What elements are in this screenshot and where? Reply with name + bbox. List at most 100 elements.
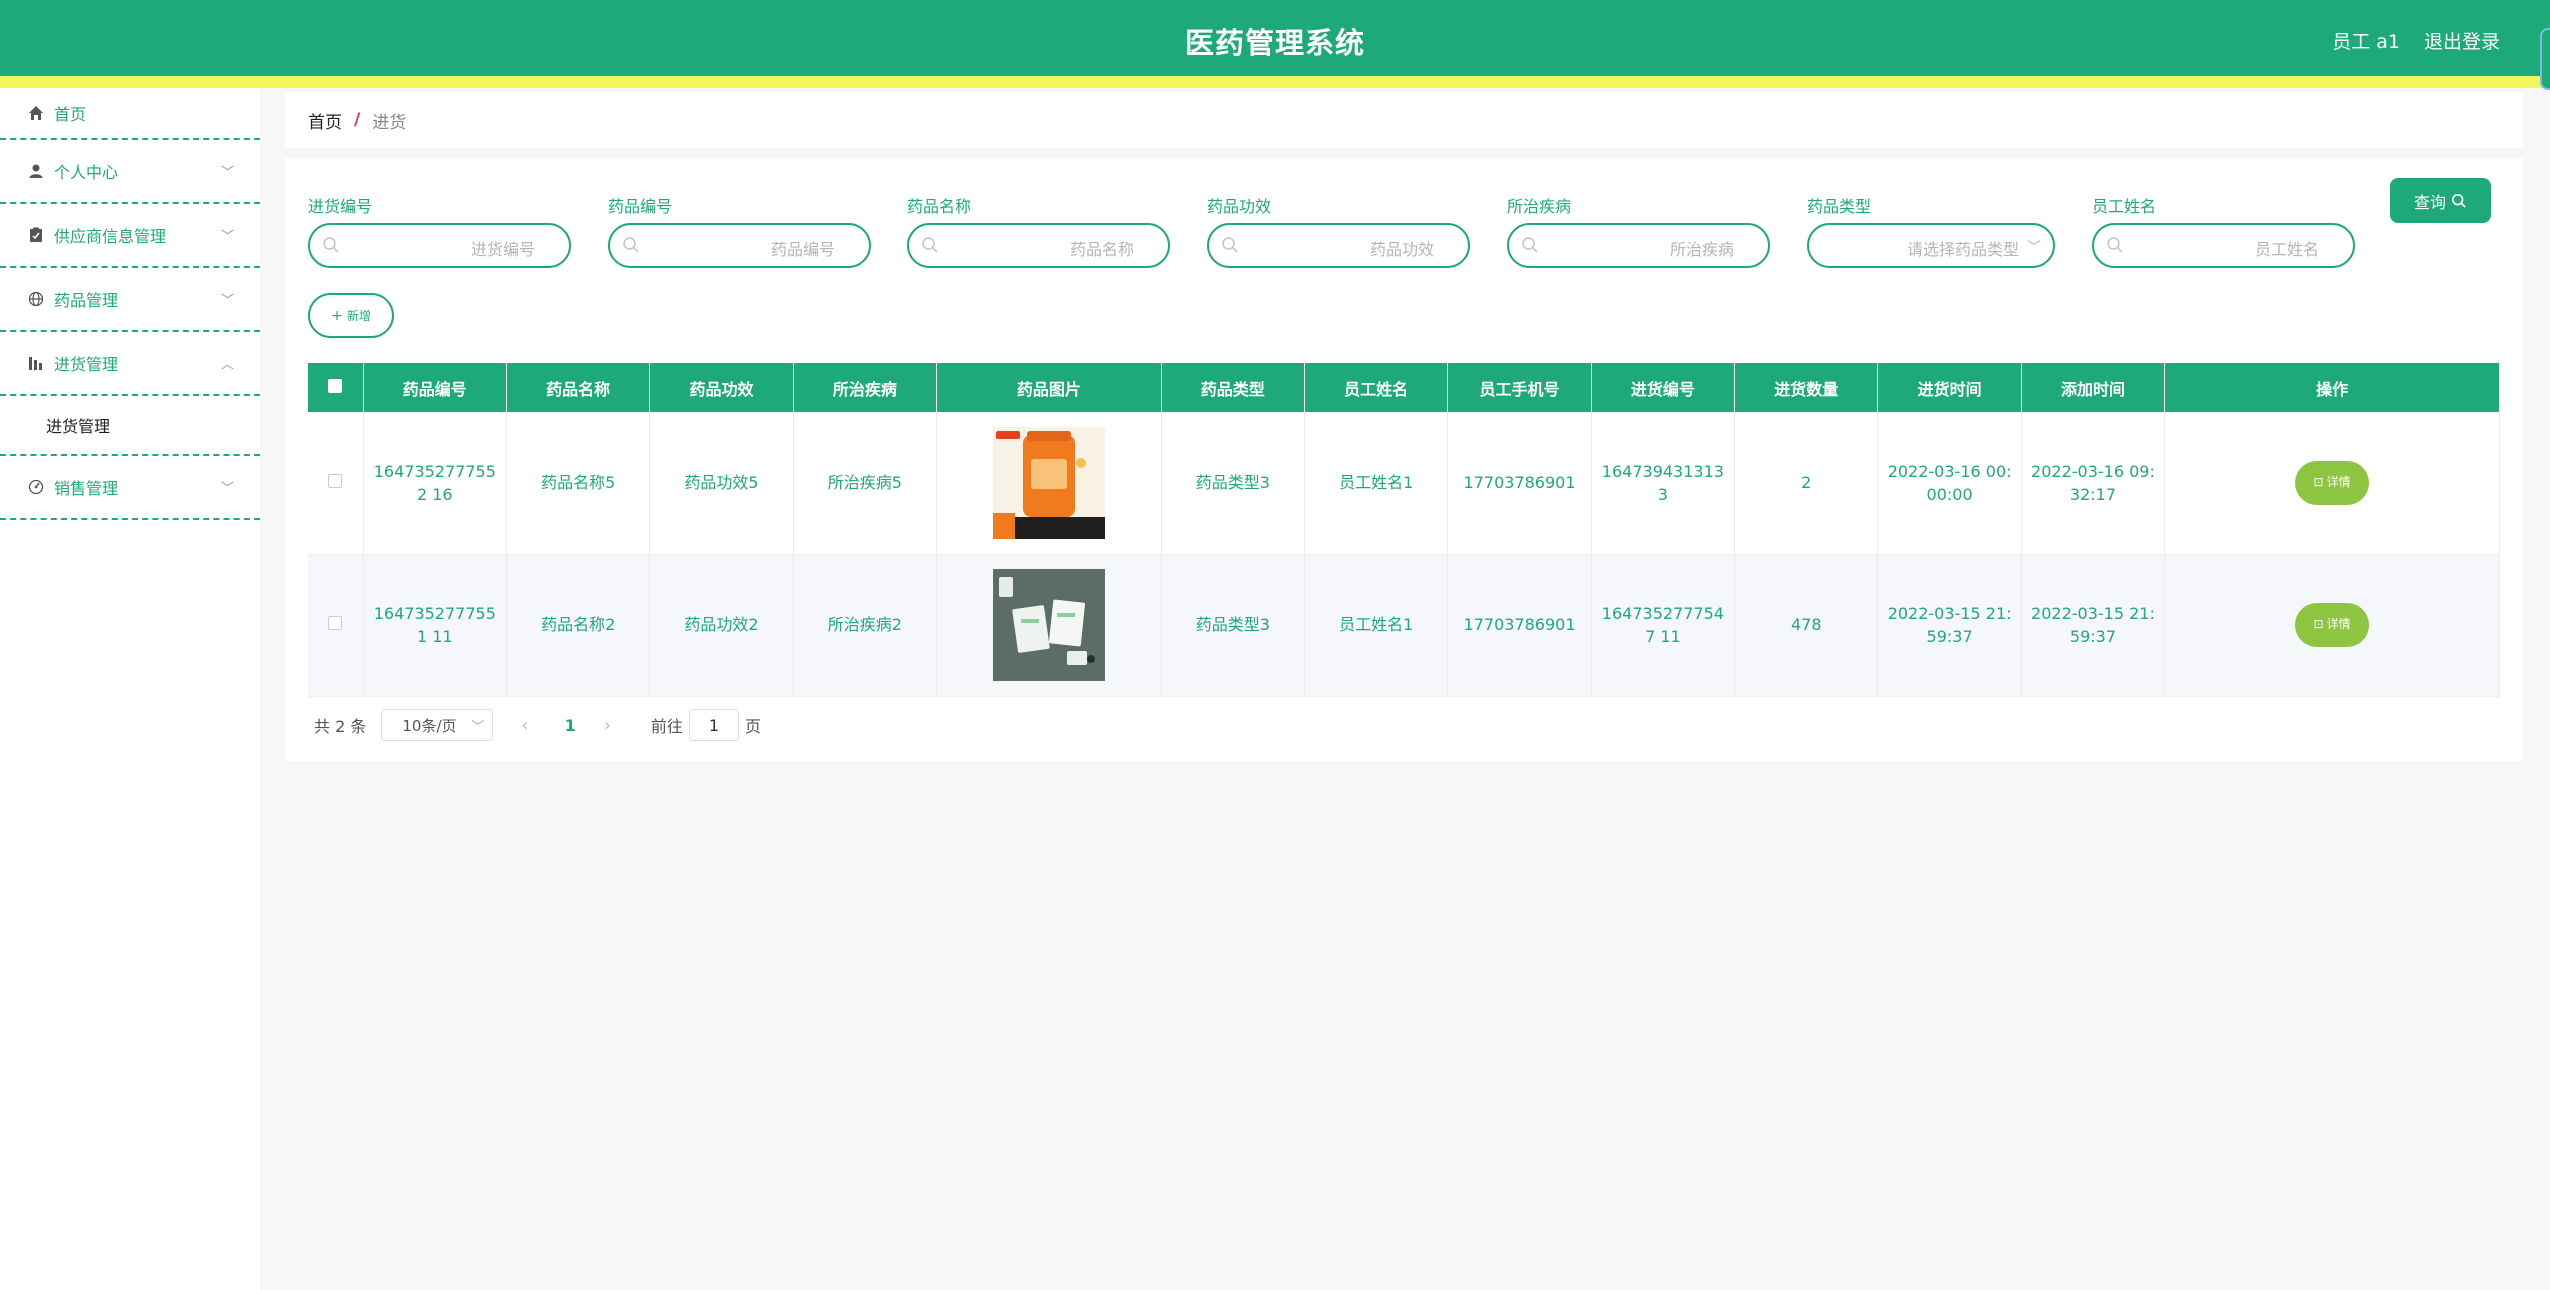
action-cell: ⊡ 详情 xyxy=(2164,554,2500,697)
column-header[interactable]: 进货编号 xyxy=(1591,363,1736,412)
detail-button-label: 详情 xyxy=(2326,475,2351,490)
search-icon xyxy=(2451,193,2466,208)
page-size-select[interactable]: 10条/页 ﹀ xyxy=(381,709,494,741)
logout-link[interactable]: 退出登录 xyxy=(2424,27,2500,54)
sidebar-item-drugs[interactable]: 药品管理 ﹀ xyxy=(0,268,260,332)
add-button[interactable]: + 新增 xyxy=(308,293,394,338)
sidebar-item-home[interactable]: 首页 xyxy=(0,88,260,140)
chevron-down-icon: ﹀ xyxy=(220,165,234,181)
search-icon xyxy=(2107,237,2123,253)
detail-button[interactable]: ⊡ 详情 xyxy=(2295,460,2370,505)
column-header[interactable]: 药品名称 xyxy=(506,363,651,412)
column-header[interactable]: 添加时间 xyxy=(2021,363,2166,412)
disease-cell: 所治疾病5 xyxy=(793,412,938,555)
sidebar-item-label: 进货管理 xyxy=(54,355,119,374)
table-header-row: 药品编号 药品名称 药品功效 所治疾病 药品图片 药品类型 员工姓名 员工手机号… xyxy=(308,363,2500,412)
column-header[interactable]: 进货数量 xyxy=(1734,363,1879,412)
column-header[interactable]: 药品图片 xyxy=(936,363,1162,412)
drug-no-input[interactable]: 药品编号 xyxy=(608,223,871,268)
prev-page-button[interactable]: ‹ xyxy=(521,715,528,736)
column-header[interactable]: 进货时间 xyxy=(1877,363,2022,412)
drug-no-cell: 1647352777551 11 xyxy=(363,554,507,697)
home-icon xyxy=(28,105,44,121)
staff-name-input[interactable]: 员工姓名 xyxy=(2092,223,2355,268)
sidebar-item-purchase[interactable]: 进货管理 ︿ xyxy=(0,332,260,396)
search-icon xyxy=(623,237,639,253)
sidebar-item-label: 供应商信息管理 xyxy=(54,227,167,246)
drug-name-input[interactable]: 药品名称 xyxy=(907,223,1170,268)
header-stripe xyxy=(0,76,2550,88)
drug-image[interactable] xyxy=(992,426,1105,539)
sidebar-item-label: 销售管理 xyxy=(54,479,119,498)
disease-label: 所治疾病 xyxy=(1507,197,1572,216)
page-size-value: 10条/页 xyxy=(402,716,457,735)
purchase-no-cell: 1647394313133 xyxy=(1591,412,1736,555)
breadcrumb-home[interactable]: 首页 xyxy=(308,108,342,133)
detail-button[interactable]: ⊡ 详情 xyxy=(2295,603,2370,647)
effect-cell: 药品功效2 xyxy=(649,554,794,697)
add-button-label: 新增 xyxy=(346,309,371,323)
app-header: 医药管理系统 员工 a1 退出登录 xyxy=(0,0,2550,76)
drug-type-label: 药品类型 xyxy=(1807,197,1872,216)
quantity-cell: 2 xyxy=(1734,412,1879,555)
column-header[interactable]: 员工姓名 xyxy=(1304,363,1449,412)
staff-phone-cell: 17703786901 xyxy=(1447,412,1592,555)
placeholder-text: 药品功效 xyxy=(1369,240,1434,259)
page-number[interactable]: 1 xyxy=(565,716,576,735)
plus-icon: + xyxy=(331,307,343,324)
drug-no-cell: 1647352777552 16 xyxy=(363,412,507,555)
sidebar-item-profile[interactable]: 个人中心 ﹀ xyxy=(0,140,260,204)
breadcrumb-current: 进货 xyxy=(372,112,407,133)
clipboard-icon xyxy=(28,227,44,243)
goto-page-input[interactable]: 1 xyxy=(688,709,739,741)
query-button-label: 查询 xyxy=(2413,192,2446,212)
detail-icon: ⊡ xyxy=(2313,475,2324,490)
column-header[interactable]: 药品类型 xyxy=(1161,363,1305,412)
side-drawer-tab[interactable] xyxy=(2540,28,2550,90)
drug-effect-label: 药品功效 xyxy=(1207,197,1272,216)
select-all-cell xyxy=(308,363,364,412)
search-icon xyxy=(1222,237,1238,253)
query-button[interactable]: 查询 xyxy=(2390,178,2491,223)
column-header[interactable]: 药品功效 xyxy=(649,363,794,412)
chevron-down-icon: ﹀ xyxy=(220,293,234,309)
table-row: 1647352777552 16 药品名称5 药品功效5 所治疾病5 药品类型3… xyxy=(308,412,2500,555)
sidebar-item-sales[interactable]: 销售管理 ﹀ xyxy=(0,456,260,520)
drug-image-cell xyxy=(936,412,1162,555)
detail-icon: ⊡ xyxy=(2313,617,2324,632)
sidebar-item-label: 首页 xyxy=(54,105,87,124)
select-all-checkbox[interactable] xyxy=(328,379,343,393)
main-panel: 进货编号 进货编号 药品编号 药品编号 药品名称 药品名称 药品功效 药品功效 … xyxy=(285,158,2523,761)
column-header[interactable]: 所治疾病 xyxy=(793,363,938,412)
disease-input[interactable]: 所治疾病 xyxy=(1507,223,1770,268)
chevron-down-icon: ﹀ xyxy=(220,481,234,497)
drug-type-select[interactable]: 请选择药品类型 ﹀ xyxy=(1807,223,2055,268)
drug-effect-input[interactable]: 药品功效 xyxy=(1207,223,1470,268)
staff-name-label: 员工姓名 xyxy=(2092,197,2157,216)
sidebar: 首页 个人中心 ﹀ 供应商信息管理 ﹀ 药品管理 ﹀ 进货管理 ︿ 进货管理 销… xyxy=(0,88,260,1290)
staff-name-cell: 员工姓名1 xyxy=(1304,554,1449,697)
breadcrumb-separator: / xyxy=(354,110,361,130)
quantity-cell: 478 xyxy=(1734,554,1879,697)
next-page-button[interactable]: › xyxy=(604,715,611,736)
row-checkbox[interactable] xyxy=(328,616,343,631)
column-header[interactable]: 药品编号 xyxy=(363,363,507,412)
goto-label: 前往 xyxy=(650,717,683,736)
purchase-no-input[interactable]: 进货编号 xyxy=(308,223,571,268)
app-title: 医药管理系统 xyxy=(1184,26,1365,60)
row-select-cell xyxy=(308,554,364,697)
sidebar-subitem-purchase-management[interactable]: 进货管理 xyxy=(0,396,260,456)
drug-image[interactable] xyxy=(992,569,1105,681)
gauge-icon xyxy=(28,479,44,495)
user-icon xyxy=(28,163,44,179)
staff-phone-cell: 17703786901 xyxy=(1447,554,1592,697)
sidebar-item-supplier[interactable]: 供应商信息管理 ﹀ xyxy=(0,204,260,268)
total-count: 共 2 条 xyxy=(314,717,367,736)
globe-icon xyxy=(28,291,44,307)
placeholder-text: 药品编号 xyxy=(770,240,835,259)
chevron-down-icon: ﹀ xyxy=(220,229,234,245)
column-header[interactable]: 员工手机号 xyxy=(1447,363,1592,412)
row-checkbox[interactable] xyxy=(328,474,343,489)
drug-type-cell: 药品类型3 xyxy=(1161,412,1305,555)
effect-cell: 药品功效5 xyxy=(649,412,794,555)
